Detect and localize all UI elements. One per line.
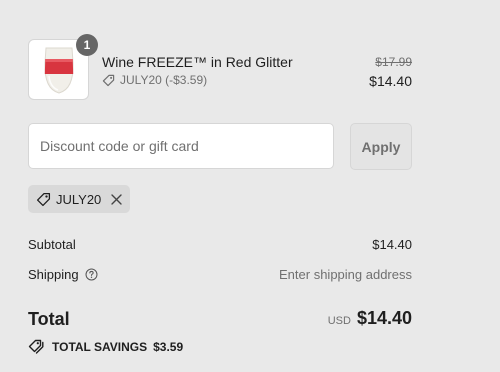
- applied-discount-chip: JULY20: [28, 185, 130, 213]
- discount-code-input[interactable]: [28, 123, 334, 169]
- product-thumbnail: 1: [28, 34, 98, 100]
- original-price: $17.99: [375, 55, 412, 69]
- tag-icon: [28, 339, 44, 354]
- shipping-help-icon[interactable]: [85, 268, 98, 281]
- wine-glass-image: [44, 47, 74, 94]
- tag-icon: [36, 192, 51, 206]
- total-savings-amount: $3.59: [153, 339, 184, 354]
- apply-button[interactable]: Apply: [350, 123, 412, 170]
- total-savings-row: TOTAL SAVINGS $3.59: [28, 339, 183, 354]
- quantity-badge: 1: [76, 34, 98, 56]
- shipping-label: Shipping: [28, 267, 79, 282]
- shipping-value: Enter shipping address: [279, 267, 412, 282]
- subtotal-value: $14.40: [372, 237, 412, 252]
- applied-code-label: JULY20: [56, 191, 102, 207]
- discounted-price: $14.40: [369, 73, 412, 89]
- total-savings-label: TOTAL SAVINGS: [52, 339, 148, 354]
- total-label: Total: [28, 309, 70, 329]
- close-icon: [110, 193, 122, 205]
- cart-line-item: 1 Wine FREEZE™ in Red Glitter JULY20 (-$…: [28, 34, 412, 100]
- currency-code: USD: [327, 315, 351, 327]
- subtotal-label: Subtotal: [28, 237, 76, 252]
- total-amount: $14.40: [356, 308, 412, 328]
- remove-discount-button[interactable]: [110, 193, 122, 205]
- tag-icon: [102, 74, 115, 86]
- product-title: Wine FREEZE™ in Red Glitter: [102, 54, 293, 70]
- question-circle-icon: [85, 268, 98, 281]
- line-discount-label: JULY20 (-$3.59): [120, 73, 208, 87]
- line-discount: JULY20 (-$3.59): [102, 73, 207, 87]
